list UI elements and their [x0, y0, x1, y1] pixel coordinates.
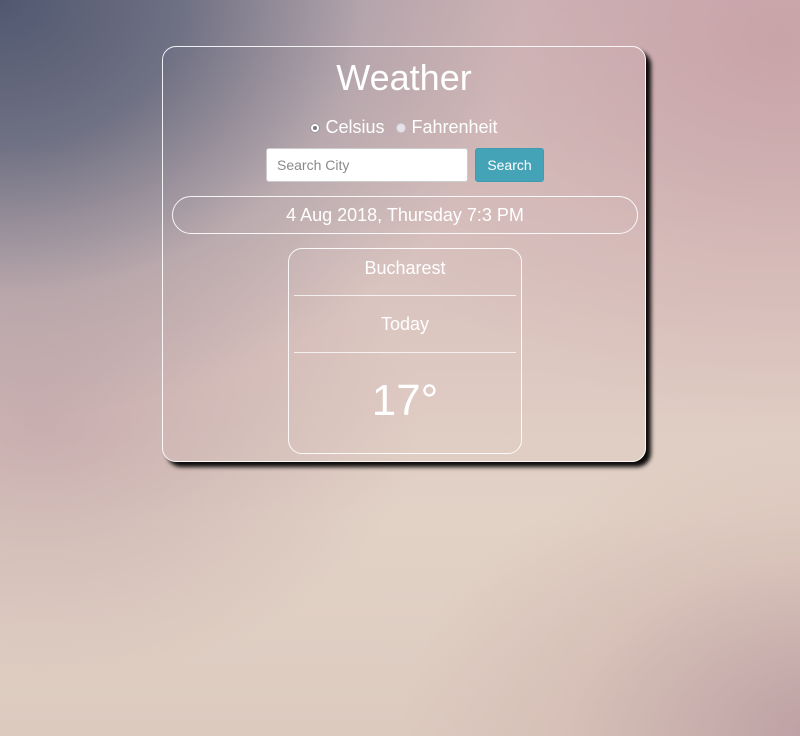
celsius-radio[interactable]	[310, 122, 321, 133]
temperature-value: 17°	[371, 376, 439, 425]
search-city-input[interactable]	[266, 148, 468, 182]
divider	[294, 352, 516, 353]
fahrenheit-label: Fahrenheit	[411, 117, 498, 137]
forecast-card: Bucharest Today 17°	[288, 248, 522, 454]
unit-option-celsius[interactable]: Celsius	[310, 115, 384, 139]
search-button[interactable]: Search	[475, 148, 544, 182]
unit-option-fahrenheit[interactable]: Fahrenheit	[396, 115, 498, 139]
city-name: Bucharest	[364, 258, 446, 278]
celsius-label: Celsius	[325, 117, 385, 137]
forecast-day: Today	[380, 314, 430, 334]
search-row: Search	[266, 148, 544, 182]
date-time-display: 4 Aug 2018, Thursday 7:3 PM	[172, 196, 638, 234]
app-title: Weather	[336, 57, 472, 98]
divider	[294, 295, 516, 296]
weather-card: Weather Celsius Fahrenheit Search 4 Aug …	[162, 46, 646, 462]
fahrenheit-radio[interactable]	[396, 122, 407, 133]
unit-selector: Celsius Fahrenheit	[163, 115, 645, 139]
